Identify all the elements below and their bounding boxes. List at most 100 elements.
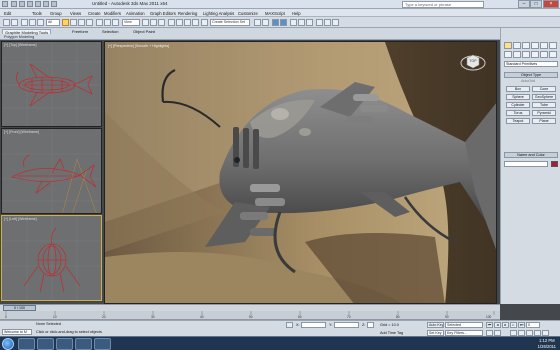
menu-rendering[interactable]: Rendering [178,11,197,16]
align-button[interactable] [262,19,269,26]
box-button[interactable]: Box [506,86,530,92]
sphere-button[interactable]: Sphere [506,94,530,100]
graphite-toggle-button[interactable] [280,19,287,26]
previous-frame-icon[interactable]: ◂ [494,322,501,328]
lock-selection-icon[interactable] [286,322,293,328]
name-and-color-rollout[interactable]: Name and Color [504,152,558,158]
pyramid-button[interactable]: Pyramid [532,110,556,116]
geosphere-button[interactable]: GeoSphere [532,94,556,100]
schematic-view-button[interactable] [298,19,305,26]
minimize-button[interactable]: – [518,0,530,8]
media-player-taskbar-icon[interactable] [37,338,54,350]
cylinder-button[interactable]: Cylinder [506,102,530,108]
named-selection-dropdown[interactable]: Create Selection Set [210,19,250,26]
menu-help[interactable]: Help [292,11,301,16]
redo-button[interactable] [11,19,18,26]
menu-create[interactable]: Create [88,11,101,16]
rect-selection-button[interactable] [78,19,85,26]
maximize-button[interactable]: □ [530,0,542,8]
viewport-left-label[interactable]: [+] [Left] [Wireframe] [4,217,37,221]
cone-button[interactable]: Cone [532,86,556,92]
new-icon[interactable] [11,1,17,7]
viewport-perspective-label[interactable]: [+] [Perspective] [Smooth + Highlights] [108,44,169,48]
motion-tab-icon[interactable] [531,42,539,49]
open-icon[interactable] [19,1,25,7]
tab-selection[interactable]: Selection [100,29,120,34]
3dsmax-taskbar-icon[interactable] [94,338,111,350]
menu-group[interactable]: Group [50,11,62,16]
material-editor-button[interactable] [306,19,313,26]
undo-button[interactable] [3,19,10,26]
systems-icon[interactable] [549,51,557,58]
menu-lighting-analysis[interactable]: Lighting Analysis [203,11,234,16]
tube-button[interactable]: Tube [532,102,556,108]
viewport-front-label[interactable]: [+] [Front] [Wireframe] [4,130,39,134]
time-slider[interactable]: 0 / 100 [0,304,500,311]
reference-coord-dropdown[interactable]: View [122,19,140,26]
play-icon[interactable]: ▸ [502,322,509,328]
next-frame-icon[interactable]: ▹ [510,322,517,328]
undo-icon[interactable] [35,1,41,7]
search-input[interactable]: Type a keyword or phrase [402,1,484,8]
z-coordinate-field[interactable] [367,322,374,328]
select-object-button[interactable] [62,19,69,26]
menu-modifiers[interactable]: Modifiers [104,11,121,16]
display-tab-icon[interactable] [540,42,548,49]
app-logo-icon[interactable] [2,1,8,7]
plane-button[interactable]: Plane [532,118,556,124]
menu-views[interactable]: Views [70,11,81,16]
select-manipulate-button[interactable] [150,19,157,26]
rendered-frame-button[interactable] [324,19,331,26]
lights-icon[interactable] [522,51,530,58]
modify-tab-icon[interactable] [513,42,521,49]
system-clock[interactable]: 1:12 PM 1/26/2011 [538,338,556,349]
x-coordinate-field[interactable] [301,322,326,328]
tab-freeform[interactable]: Freeform [70,29,90,34]
move-button[interactable] [96,19,103,26]
menu-graph-editors[interactable]: Graph Editors [150,11,176,16]
window-crossing-button[interactable] [86,19,93,26]
mirror-button[interactable] [254,19,261,26]
start-button[interactable] [2,338,14,350]
unlink-icon[interactable] [29,19,36,26]
menu-animation[interactable]: Animation [126,11,145,16]
shapes-icon[interactable] [513,51,521,58]
object-color-swatch[interactable] [551,161,558,167]
teapot-button[interactable]: Teapot [506,118,530,124]
primitive-category-dropdown[interactable]: Standard Primitives [504,61,558,67]
polygon-modeling-panel[interactable]: Polygon Modeling [4,35,34,39]
geometry-icon[interactable] [504,51,512,58]
maxscript-listener-input[interactable]: Welcome to M [2,329,32,335]
go-to-start-icon[interactable]: ⏮ [486,322,493,328]
utilities-tab-icon[interactable] [549,42,557,49]
save-icon[interactable] [27,1,33,7]
add-time-tag[interactable]: Add Time Tag [380,331,403,335]
auto-key-button[interactable]: Auto Key [427,322,444,328]
folder-taskbar-icon[interactable] [56,338,73,350]
viewport-top[interactable]: [+] [Top] [Wireframe] [1,41,102,127]
pivot-button[interactable] [142,19,149,26]
selection-filter-dropdown[interactable]: All [46,19,60,26]
viewport-top-label[interactable]: [+] [Top] [Wireframe] [4,43,36,47]
snaps-toggle-button[interactable] [168,19,175,26]
menu-maxscript[interactable]: MAXScript [265,11,285,16]
redo-icon[interactable] [43,1,49,7]
render-production-button[interactable] [332,19,339,26]
menu-edit[interactable]: Edit [4,11,11,16]
curve-editor-button[interactable] [290,19,297,26]
bind-icon[interactable] [37,19,44,26]
render-setup-button[interactable] [316,19,323,26]
key-mode-dropdown[interactable]: Selected [445,322,483,328]
project-icon[interactable] [51,1,57,7]
autogrid-checkbox[interactable]: AutoGrid [521,79,535,83]
angle-snap-button[interactable] [176,19,183,26]
torus-button[interactable]: Torus [506,110,530,116]
object-name-input[interactable] [504,161,548,167]
menu-tools[interactable]: Tools [32,11,42,16]
object-type-rollout[interactable]: Object Type [504,72,558,78]
explorer-taskbar-icon[interactable] [18,338,35,350]
current-frame-field[interactable]: 0 [526,322,540,328]
tab-graphite-modeling-tools[interactable]: Graphite Modeling Tools [2,29,52,35]
menu-customize[interactable]: Customize [238,11,258,16]
select-by-name-button[interactable] [70,19,77,26]
